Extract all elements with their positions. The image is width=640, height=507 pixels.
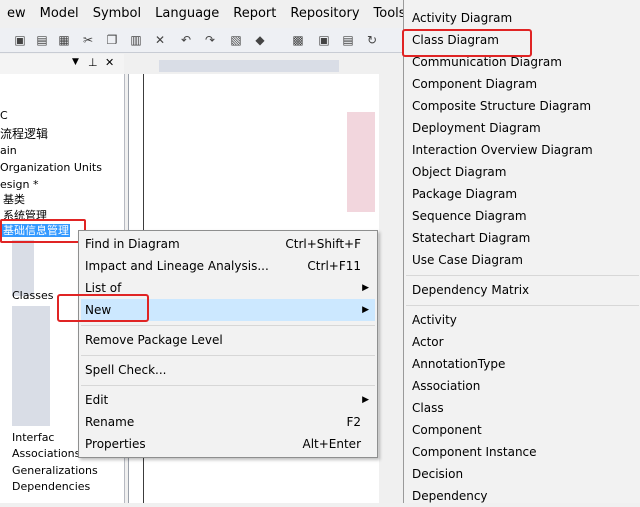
copy-icon[interactable]: ❐ — [104, 32, 120, 48]
submenu-arrow-icon: ▶ — [362, 283, 369, 293]
selection-highlight-box — [0, 219, 86, 243]
menu-view[interactable]: ew — [0, 0, 33, 28]
menu-item-properties[interactable]: Properties Alt+Enter — [81, 433, 375, 455]
menu-item-rename[interactable]: Rename F2 — [81, 411, 375, 433]
menu-report[interactable]: Report — [226, 0, 283, 28]
browser-panel-header: ▼ ⊥ ✕ — [0, 54, 124, 75]
print-preview-icon[interactable]: ▤ — [34, 32, 50, 48]
tree-item[interactable]: 流程逻辑 — [0, 126, 48, 142]
submenu-item-decision[interactable]: Decision — [412, 463, 463, 485]
context-menu: Find in Diagram Ctrl+Shift+F Impact and … — [78, 230, 378, 458]
package-icon[interactable]: ▣ — [316, 32, 332, 48]
menu-item-label: Properties — [85, 437, 146, 451]
tree-item[interactable]: esign * — [0, 177, 39, 193]
submenu-item-package-diagram[interactable]: Package Diagram — [412, 183, 517, 205]
menu-language[interactable]: Language — [148, 0, 226, 28]
redo-icon[interactable]: ↷ — [202, 32, 218, 48]
submenu-item-dependency[interactable]: Dependency — [412, 485, 488, 507]
delete-icon[interactable]: ✕ — [152, 32, 168, 48]
folder-icon[interactable]: ▩ — [290, 32, 306, 48]
menu-item-find-in-diagram[interactable]: Find in Diagram Ctrl+Shift+F — [81, 233, 375, 255]
menu-item-label: Rename — [85, 415, 135, 429]
submenu-item-component-instance[interactable]: Component Instance — [412, 441, 537, 463]
menu-item-edit[interactable]: Edit ▶ — [81, 389, 375, 411]
submenu-item-deployment-diagram[interactable]: Deployment Diagram — [412, 117, 541, 139]
menu-repository[interactable]: Repository — [283, 0, 366, 28]
tree-item[interactable]: Associations — [12, 446, 80, 462]
menu-item-label: Edit — [85, 393, 109, 407]
paste-icon[interactable]: ▥ — [128, 32, 144, 48]
submenu-item-interaction-overview-diagram[interactable]: Interaction Overview Diagram — [412, 139, 593, 161]
menu-item-label: Spell Check... — [85, 363, 167, 377]
tree-item[interactable]: ain — [0, 143, 17, 159]
submenu-item-component[interactable]: Component — [412, 419, 482, 441]
menu-item-remove-package-level[interactable]: Remove Package Level — [81, 329, 375, 351]
tree-item[interactable]: C — [0, 108, 8, 124]
submenu-item-annotation-type[interactable]: AnnotationType — [412, 353, 505, 375]
new-submenu: Activity Diagram Class Diagram Communica… — [403, 0, 640, 503]
menu-separator — [81, 385, 375, 386]
pin-icon[interactable]: ⊥ — [88, 56, 98, 69]
refresh-icon[interactable]: ↻ — [364, 32, 380, 48]
shortcut-label: Alt+Enter — [302, 437, 361, 451]
shortcut-label: Ctrl+Shift+F — [285, 237, 361, 251]
undo-icon[interactable]: ↶ — [178, 32, 194, 48]
menu-symbol[interactable]: Symbol — [86, 0, 148, 28]
submenu-item-component-diagram[interactable]: Component Diagram — [412, 73, 537, 95]
menu-item-label: Impact and Lineage Analysis... — [85, 259, 269, 273]
submenu-item-association[interactable]: Association — [412, 375, 480, 397]
submenu-arrow-icon: ▶ — [362, 305, 369, 315]
submenu-item-class[interactable]: Class — [412, 397, 444, 419]
submenu-item-activity[interactable]: Activity — [412, 309, 457, 331]
submenu-item-composite-structure-diagram[interactable]: Composite Structure Diagram — [412, 95, 591, 117]
menu-separator — [81, 355, 375, 356]
class-diagram-highlight-box — [402, 29, 532, 57]
properties-icon[interactable]: ▧ — [228, 32, 244, 48]
diagram-icon[interactable]: ▤ — [340, 32, 356, 48]
tree-item[interactable]: Interfac — [12, 430, 54, 446]
save-icon[interactable]: ▣ — [12, 32, 28, 48]
menu-separator — [406, 305, 639, 306]
menu-separator — [406, 275, 639, 276]
shortcut-label: Ctrl+F11 — [307, 259, 361, 273]
submenu-item-sequence-diagram[interactable]: Sequence Diagram — [412, 205, 527, 227]
tree-item[interactable]: Classes — [12, 288, 53, 304]
chevron-down-icon[interactable]: ▼ — [72, 57, 79, 67]
submenu-item-actor[interactable]: Actor — [412, 331, 444, 353]
menu-item-spell-check[interactable]: Spell Check... — [81, 359, 375, 381]
menu-item-label: Remove Package Level — [85, 333, 223, 347]
menu-item-impact-analysis[interactable]: Impact and Lineage Analysis... Ctrl+F11 — [81, 255, 375, 277]
submenu-item-object-diagram[interactable]: Object Diagram — [412, 161, 506, 183]
shortcut-label: F2 — [346, 415, 361, 429]
tree-item[interactable]: Organization Units — [0, 160, 102, 176]
close-icon[interactable]: ✕ — [105, 56, 114, 69]
tree-item[interactable]: Generalizations — [12, 463, 98, 479]
menu-item-label: Find in Diagram — [85, 237, 180, 251]
submenu-item-use-case-diagram[interactable]: Use Case Diagram — [412, 249, 523, 271]
blurred-region — [347, 112, 375, 212]
browser-icon[interactable]: ◆ — [252, 32, 268, 48]
menu-separator — [81, 325, 375, 326]
submenu-item-activity-diagram[interactable]: Activity Diagram — [412, 7, 512, 29]
submenu-arrow-icon: ▶ — [362, 395, 369, 405]
submenu-item-statechart-diagram[interactable]: Statechart Diagram — [412, 227, 530, 249]
tree-item[interactable]: 基类 — [3, 192, 25, 208]
tree-item[interactable]: Dependencies — [12, 479, 90, 495]
blurred-tab — [159, 60, 339, 72]
submenu-item-dependency-matrix[interactable]: Dependency Matrix — [412, 279, 529, 301]
blurred-region — [12, 306, 50, 426]
print-icon[interactable]: ▦ — [56, 32, 72, 48]
cut-icon[interactable]: ✂ — [80, 32, 96, 48]
menu-model[interactable]: Model — [33, 0, 86, 28]
new-highlight-box — [57, 294, 149, 322]
